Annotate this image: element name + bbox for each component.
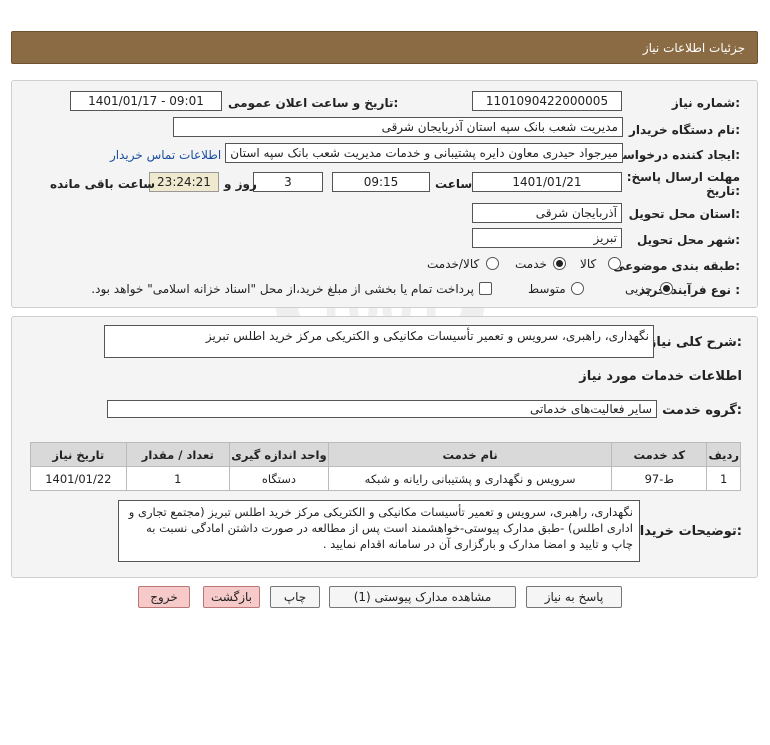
category-radio-service[interactable]	[553, 257, 566, 270]
purchase-radio-minor[interactable]	[660, 282, 673, 295]
services-table: تاریخ نیاز تعداد / مقدار واحد اندازه گیر…	[30, 442, 741, 491]
category-radio-goods[interactable]	[608, 257, 621, 270]
general-desc-field: نگهداری، راهبری، سرویس و تعمیر تأسیسات م…	[104, 325, 654, 358]
cell-need-date: 1401/01/22	[30, 466, 127, 491]
cell-row: 1	[706, 466, 741, 491]
contact-info-link[interactable]: اطلاعات تماس خریدار	[110, 148, 221, 162]
creator-field: میرجواد حیدری معاون دایره پشتیبانی و خدم…	[225, 143, 623, 163]
creator-label: ایجاد کننده درخواست:	[610, 148, 740, 162]
category-option-goods: کالا	[580, 257, 597, 271]
cell-unit: دستگاه	[228, 466, 330, 491]
need-number-field: 1101090422000005	[472, 91, 622, 111]
remaining-label: ساعت باقی مانده	[50, 177, 156, 191]
announce-field: 1401/01/17 - 09:01	[70, 91, 222, 111]
category-option-service: خدمت	[515, 257, 547, 271]
purchase-option-minor: جزیی	[625, 282, 653, 296]
buyer-org-label: نام دستگاه خریدار:	[629, 123, 740, 137]
exit-button[interactable]: خروج	[138, 586, 190, 608]
services-heading: اطلاعات خدمات مورد نیاز	[579, 369, 742, 384]
category-option-goods-service: کالا/خدمت	[427, 257, 480, 271]
col-quantity: تعداد / مقدار	[125, 442, 230, 467]
cell-quantity: 1	[125, 466, 230, 491]
city-label: شهر محل تحویل:	[636, 233, 740, 247]
need-number-label: شماره نیاز:	[671, 96, 740, 110]
purchase-type-label: نوع فرآیند خرید :	[639, 283, 740, 297]
table-row: 1401/01/22 1 دستگاه سرویس و نگهداری و پش…	[30, 466, 741, 491]
deadline-label-1: مهلت ارسال پاسخ: تا	[613, 170, 741, 184]
buyer-notes-label: توضیحات خریدار:	[632, 524, 742, 539]
back-button[interactable]: بازگشت	[203, 586, 260, 608]
city-field: تبریز	[472, 228, 622, 248]
treasury-payment-checkbox[interactable]	[479, 282, 492, 295]
province-field: آذربایجان شرقی	[472, 203, 622, 223]
payment-note: پرداخت تمام یا بخشی از مبلغ خرید،از محل …	[91, 282, 474, 296]
category-radio-goods-service[interactable]	[486, 257, 499, 270]
cell-service-name: سرویس و نگهداری و پشتیبانی رایانه و شبکه	[328, 466, 613, 491]
deadline-label-2: تاریخ:	[706, 184, 740, 198]
print-button[interactable]: چاپ	[270, 586, 320, 608]
purchase-radio-medium[interactable]	[571, 282, 584, 295]
buyer-notes-field: نگهداری، راهبری، سرویس و تعمیر تأسیسات م…	[118, 500, 640, 562]
col-need-date: تاریخ نیاز	[30, 442, 127, 467]
view-attachments-button[interactable]: مشاهده مدارک پیوستی (1)	[329, 586, 516, 608]
service-group-field: سایر فعالیت‌های خدماتی	[107, 400, 657, 418]
deadline-date-field: 1401/01/21	[472, 172, 622, 192]
buyer-org-field: مدیریت شعب بانک سپه استان آذربایجان شرقی	[173, 117, 623, 137]
deadline-time-field: 09:15	[332, 172, 430, 192]
reply-button[interactable]: پاسخ به نیاز	[526, 586, 622, 608]
days-field: 3	[253, 172, 323, 192]
general-desc-label: شرح کلی نیاز:	[648, 335, 742, 350]
col-unit: واحد اندازه گیری	[228, 442, 330, 467]
col-service-name: نام خدمت	[328, 442, 613, 467]
cell-service-code: ط-97	[611, 466, 708, 491]
remaining-time-field: 23:24:21	[149, 172, 219, 192]
hour-label: ساعت	[435, 177, 473, 191]
service-group-label: گروه خدمت:	[662, 403, 742, 418]
col-row: ردیف	[706, 442, 741, 467]
page-title: جزئیات اطلاعات نیاز	[642, 41, 745, 55]
page-header: جزئیات اطلاعات نیاز	[11, 31, 758, 64]
announce-label: تاریخ و ساعت اعلان عمومی:	[228, 96, 399, 110]
province-label: استان محل تحویل:	[628, 207, 740, 221]
services-table-header: تاریخ نیاز تعداد / مقدار واحد اندازه گیر…	[30, 442, 741, 467]
days-label: روز و	[224, 177, 257, 191]
need-info-panel	[11, 80, 758, 308]
category-label: طبقه بندی موضوعی:	[612, 259, 740, 273]
purchase-option-medium: متوسط	[528, 282, 566, 296]
col-service-code: کد خدمت	[611, 442, 708, 467]
